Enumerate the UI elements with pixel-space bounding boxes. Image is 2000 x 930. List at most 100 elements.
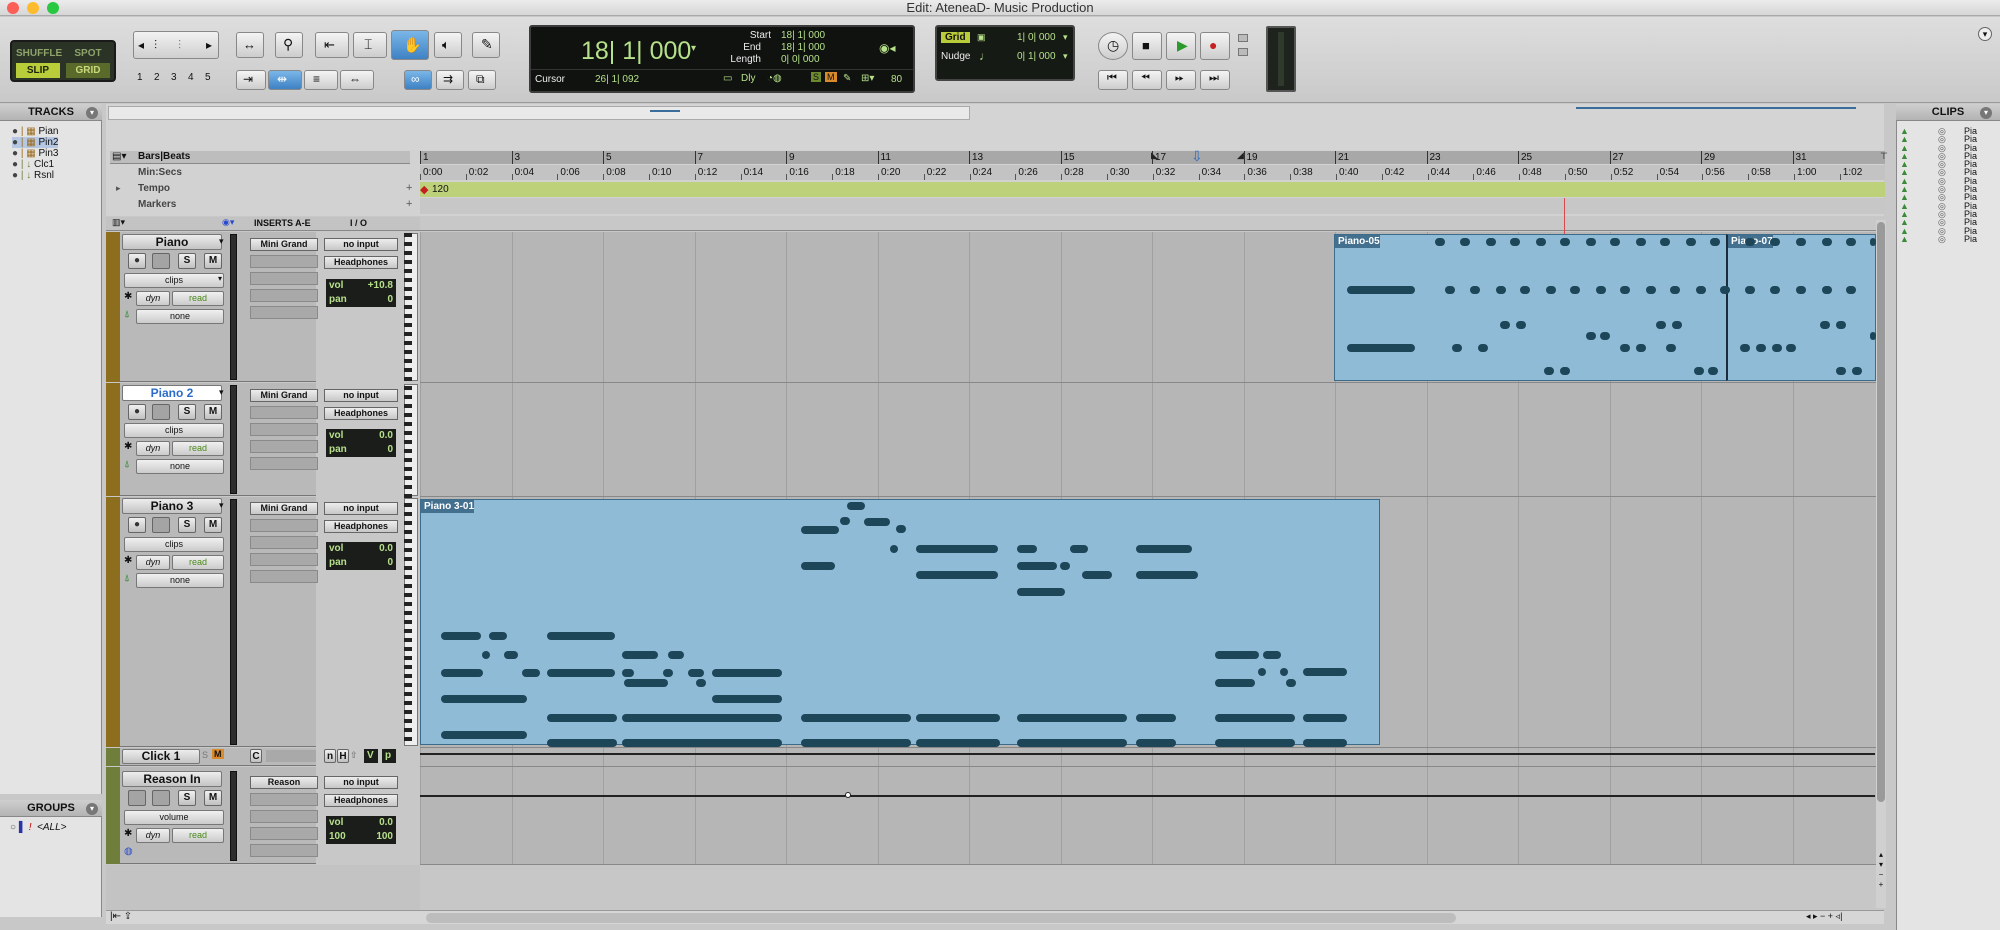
input-monitor-button[interactable]: [152, 517, 170, 533]
transport-option-1[interactable]: [1238, 34, 1248, 42]
spot-mode-button[interactable]: SPOT: [66, 46, 110, 61]
black-key[interactable]: [404, 548, 412, 552]
mute-button[interactable]: M: [204, 253, 222, 269]
timebase-icon[interactable]: ⍋: [124, 459, 130, 470]
black-key[interactable]: [404, 368, 412, 372]
click-output-icon[interactable]: ⇧: [350, 750, 358, 761]
clips-list-item[interactable]: ▲ ◎ Pia: [1900, 127, 1995, 136]
insert-slot-e[interactable]: [250, 457, 318, 470]
black-key[interactable]: [404, 674, 412, 678]
grid-dropdown-icon[interactable]: ▾: [1063, 32, 1068, 43]
output-selector[interactable]: Headphones: [324, 520, 398, 533]
zoom-preset-1[interactable]: 1: [137, 72, 143, 83]
black-key[interactable]: [404, 386, 412, 390]
solo-button[interactable]: S: [178, 790, 196, 806]
track-name-dropdown-icon[interactable]: ▾: [219, 236, 224, 247]
zoom-preset-3[interactable]: 3: [171, 72, 177, 83]
track-color-bar[interactable]: [106, 767, 120, 864]
transport-option-2[interactable]: [1238, 48, 1248, 56]
grid-mode-button[interactable]: GRID: [66, 63, 110, 78]
nudge-value[interactable]: 0| 1| 000: [1017, 51, 1056, 62]
click-insert-slots[interactable]: [266, 750, 316, 762]
meter-icon[interactable]: ⊞▾: [861, 73, 874, 84]
solo-button[interactable]: S: [178, 404, 196, 420]
click-pan-button[interactable]: p: [382, 749, 396, 763]
black-key[interactable]: [404, 251, 412, 255]
click-volume-button[interactable]: V: [364, 749, 378, 763]
clips-list-item[interactable]: ▲ ◎ Pia: [1900, 218, 1995, 227]
black-key[interactable]: [404, 440, 412, 444]
tab-to-transients-icon[interactable]: ⇥: [236, 70, 266, 90]
length-value[interactable]: 0| 0| 000: [781, 54, 820, 65]
go-to-end-button[interactable]: ⏭︎: [1200, 70, 1230, 90]
insertion-follows-icon[interactable]: ⇔: [340, 70, 374, 90]
black-key[interactable]: [404, 521, 412, 525]
insert-slot-c[interactable]: [250, 810, 318, 823]
playlist-selector[interactable]: none: [136, 573, 224, 588]
black-key[interactable]: [404, 422, 412, 426]
m-button[interactable]: M: [825, 72, 837, 82]
toolbar-menu-icon[interactable]: ▾: [1978, 27, 1992, 41]
wait-for-note-icon[interactable]: ◉◂: [879, 41, 896, 55]
playlist-selector[interactable]: none: [136, 309, 224, 324]
tracks-list-item[interactable]: ● | ▦ Pian: [12, 126, 58, 137]
insert-slot-c[interactable]: [250, 423, 318, 436]
black-key[interactable]: [404, 701, 412, 705]
black-key[interactable]: [404, 413, 412, 417]
insert-slot-b[interactable]: [250, 519, 318, 532]
clips-list-item[interactable]: ▲ ◎ Pia: [1900, 193, 1995, 202]
link-track-edit-icon[interactable]: ≡: [304, 70, 338, 90]
start-value[interactable]: 18| 1| 000: [781, 30, 825, 41]
insert-slot-d[interactable]: [250, 827, 318, 840]
insert-slot-e[interactable]: [250, 844, 318, 857]
clips-list-item[interactable]: ▲ ◎ Pia: [1900, 209, 1995, 218]
insert-slot-b[interactable]: [250, 255, 318, 268]
vertical-zoom-icons[interactable]: ▴ ▾ − +: [1876, 850, 1886, 906]
tempo-marker-icon[interactable]: ◆: [420, 183, 428, 196]
black-key[interactable]: [404, 557, 412, 561]
black-key[interactable]: [404, 269, 412, 273]
automation-mode-selector[interactable]: read: [172, 291, 224, 306]
black-key[interactable]: [404, 233, 412, 237]
black-key[interactable]: [404, 395, 412, 399]
clips-panel-menu-icon[interactable]: ▾: [1980, 107, 1992, 119]
black-key[interactable]: [404, 314, 412, 318]
insert-slot-a[interactable]: Reason: [250, 776, 318, 789]
pan-display[interactable]: 100 100: [326, 830, 396, 844]
tempo-value[interactable]: 80: [891, 74, 902, 85]
volume-display[interactable]: vol +10.8: [326, 279, 396, 293]
clip-piano-3-01[interactable]: Piano 3-01: [420, 499, 1380, 745]
input-monitor-button[interactable]: [128, 790, 146, 806]
playlist-selector[interactable]: none: [136, 459, 224, 474]
black-key[interactable]: [404, 287, 412, 291]
black-key[interactable]: [404, 575, 412, 579]
output-selector[interactable]: Headphones: [324, 256, 398, 269]
playhead-icon[interactable]: ⇩: [1191, 148, 1203, 165]
black-key[interactable]: [404, 350, 412, 354]
black-key[interactable]: [404, 359, 412, 363]
timebase-icon[interactable]: ⍋: [124, 309, 130, 320]
solo-button[interactable]: S: [178, 253, 196, 269]
mute-button[interactable]: M: [204, 517, 222, 533]
output-selector[interactable]: Headphones: [324, 794, 398, 807]
black-key[interactable]: [404, 467, 412, 471]
black-key[interactable]: [404, 323, 412, 327]
grid-value[interactable]: 1| 0| 000: [1017, 32, 1056, 43]
rewind-button[interactable]: ⏪︎: [1132, 70, 1162, 90]
zoom-out-horizontal-icon[interactable]: ◂: [138, 38, 144, 52]
input-monitor-button[interactable]: [152, 790, 170, 806]
solo-button[interactable]: S: [178, 517, 196, 533]
track-color-icon[interactable]: ◉▾: [222, 217, 234, 228]
black-key[interactable]: [404, 584, 412, 588]
add-tempo-icon[interactable]: +: [406, 182, 412, 194]
insert-slot-b[interactable]: [250, 406, 318, 419]
track-color-bar[interactable]: [106, 748, 120, 766]
vertical-scroll-thumb[interactable]: [1877, 222, 1885, 802]
insert-slot-a[interactable]: Mini Grand: [250, 389, 318, 402]
volume-display[interactable]: vol 0.0: [326, 542, 396, 556]
input-selector[interactable]: no input: [324, 238, 398, 251]
volume-display[interactable]: vol 0.0: [326, 816, 396, 830]
play-button[interactable]: ▶: [1166, 32, 1196, 60]
shuffle-mode-button[interactable]: SHUFFLE: [16, 46, 62, 61]
zoom-nav-icons[interactable]: ◂ ▸ − + ◃|: [1806, 911, 1842, 922]
